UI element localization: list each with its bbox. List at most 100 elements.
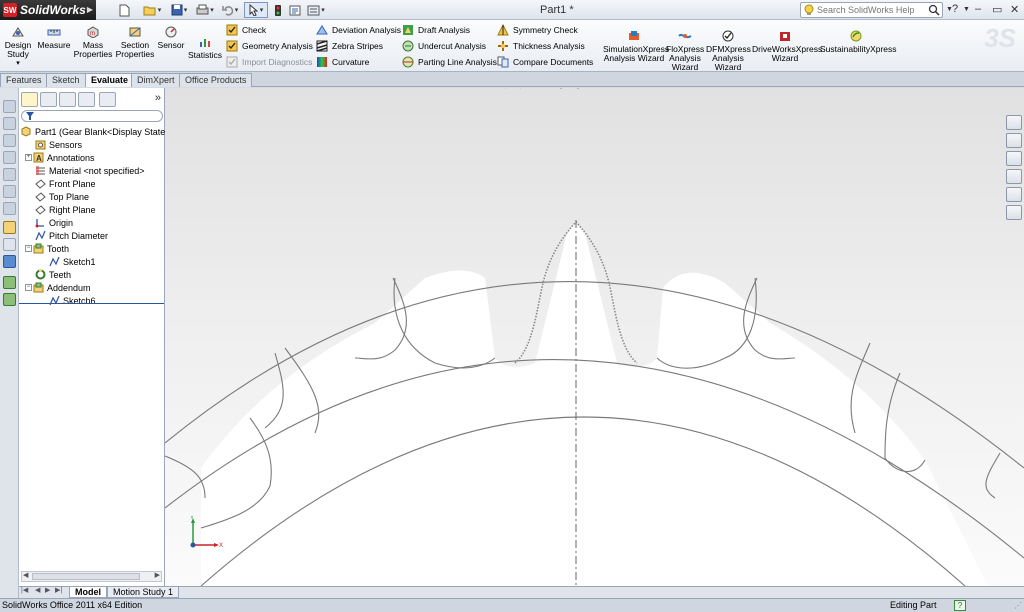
scroll-right-icon[interactable]: ▶	[155, 571, 160, 579]
tab-motion-study-1[interactable]: Motion Study 1	[107, 587, 180, 598]
last-tab-icon[interactable]: ▶|	[55, 586, 62, 594]
open-button[interactable]: ▾	[140, 2, 164, 18]
tree-item-origin[interactable]: Origin	[35, 216, 73, 229]
view-palette-icon[interactable]	[1006, 169, 1022, 184]
extrude-icon[interactable]	[3, 276, 16, 289]
tree-item-addendum[interactable]: − Addendum	[25, 281, 91, 294]
solidworks-resources-icon[interactable]	[1006, 115, 1022, 130]
propertymanager-tab-icon[interactable]	[40, 92, 57, 107]
design-library-icon[interactable]	[1006, 133, 1022, 148]
help-button[interactable]: ?	[952, 3, 958, 15]
custom-properties-icon[interactable]	[1006, 205, 1022, 220]
rollback-bar[interactable]	[19, 303, 164, 304]
tree-item-sketch1[interactable]: Sketch1	[49, 255, 96, 268]
design-study-button[interactable]: Design Study ▾	[2, 26, 34, 68]
view-settings-icon[interactable]: ▾	[640, 88, 654, 92]
import-diagnostics-button[interactable]: Import Diagnostics	[226, 55, 312, 69]
prev-tab-icon[interactable]: ◀	[35, 586, 40, 594]
tree-item-right-plane[interactable]: Right Plane	[35, 203, 96, 216]
file-properties-button[interactable]	[288, 2, 302, 18]
thickness-analysis-button[interactable]: Thickness Analysis	[497, 39, 585, 53]
tab-model[interactable]: Model	[69, 587, 107, 598]
view-bottom-icon[interactable]	[3, 185, 16, 198]
close-button[interactable]: ✕	[1010, 3, 1019, 16]
tree-item-material[interactable]: Material <not specified>	[35, 164, 145, 177]
sketch-pencil-icon[interactable]	[3, 221, 16, 234]
minimize-button[interactable]: –	[975, 3, 981, 15]
tab-features[interactable]: Features	[0, 73, 48, 87]
file-explorer-icon[interactable]	[1006, 151, 1022, 166]
deviation-analysis-button[interactable]: Deviation Analysis	[316, 23, 401, 37]
hide-show-items-icon[interactable]: ▾	[589, 88, 603, 92]
sensor-button[interactable]: Sensor	[156, 26, 186, 50]
view-right-icon[interactable]	[3, 151, 16, 164]
collapse-icon[interactable]: −	[25, 284, 32, 291]
gear-drawing[interactable]	[165, 88, 1024, 586]
tree-item-annotations[interactable]: + A Annotations	[25, 151, 95, 164]
tab-office-products[interactable]: Office Products	[179, 73, 253, 87]
collapse-icon[interactable]: −	[25, 245, 32, 252]
print-button[interactable]: ▾	[194, 2, 216, 18]
tree-item-sketch6[interactable]: Sketch6	[49, 294, 96, 307]
geometry-analysis-button[interactable]: Geometry Analysis	[226, 39, 313, 53]
parting-line-analysis-button[interactable]: Parting Line Analysis	[402, 55, 497, 69]
dfmxpress-button[interactable]: DFMXpress Analysis Wizard	[706, 30, 751, 72]
simulationxpress-button[interactable]: SimulationXpress Analysis Wizard	[603, 30, 669, 63]
apply-scene-icon[interactable]: ▾	[623, 88, 637, 92]
draft-analysis-button[interactable]: Draft Analysis	[402, 23, 470, 37]
help-dropdown-icon[interactable]: ▼	[963, 6, 970, 13]
scroll-left-icon[interactable]: ◀	[23, 571, 28, 579]
measure-button[interactable]: Measure	[37, 26, 71, 50]
view-left-icon[interactable]	[3, 134, 16, 147]
undo-button[interactable]: ▾	[220, 2, 240, 18]
save-button[interactable]: ▾	[168, 2, 190, 18]
symmetry-check-button[interactable]: Symmetry Check	[497, 23, 578, 37]
sustainabilityxpress-button[interactable]: SustainabilityXpress	[820, 30, 897, 54]
driveworksxpress-button[interactable]: DriveWorksXpress Wizard	[752, 30, 822, 63]
tree-item-tooth[interactable]: − Tooth	[25, 242, 69, 255]
statistics-button[interactable]: Statistics	[188, 36, 222, 60]
view-isometric-icon[interactable]	[3, 202, 16, 215]
view-front-icon[interactable]	[3, 100, 16, 113]
tree-item-sensors[interactable]: Sensors	[35, 138, 82, 151]
more-tabs-icon[interactable]: »	[155, 92, 161, 104]
edit-appearance-icon[interactable]: ▾	[606, 88, 620, 92]
tree-item-front-plane[interactable]: Front Plane	[35, 177, 96, 190]
view-back-icon[interactable]	[3, 117, 16, 130]
previous-view-icon[interactable]	[525, 88, 537, 92]
compare-documents-button[interactable]: Compare Documents	[497, 55, 593, 69]
expand-icon[interactable]: +	[25, 154, 32, 161]
restore-button[interactable]: ▭	[992, 3, 1002, 16]
dimxpertmanager-tab-icon[interactable]	[78, 92, 95, 107]
tab-dimxpert[interactable]: DimXpert	[131, 73, 181, 87]
zoom-to-fit-icon[interactable]	[495, 88, 507, 92]
graphics-area[interactable]: ▾ ▾ ▾ ▾ ▾ ▾ – ▭ ✕ Y X	[165, 88, 1024, 586]
quick-tips-help-icon[interactable]: ?	[954, 600, 966, 611]
tree-filter-field[interactable]	[21, 110, 163, 122]
displaymanager-tab-icon[interactable]	[99, 92, 116, 107]
resize-grip-icon[interactable]: ⋰	[1014, 601, 1022, 610]
search-icon[interactable]	[928, 4, 940, 16]
view-top-icon[interactable]	[3, 168, 16, 181]
view-orientation-icon[interactable]: ▾	[555, 88, 569, 92]
tree-item-pitch-diameter[interactable]: Pitch Diameter	[35, 229, 108, 242]
new-document-button[interactable]	[116, 2, 132, 18]
tree-horizontal-scrollbar[interactable]: ◀ ▶	[21, 571, 162, 582]
zebra-stripes-button[interactable]: Zebra Stripes	[316, 39, 383, 53]
tree-root[interactable]: Part1 (Gear Blank<Display State-2	[21, 125, 173, 138]
configurationmanager-tab-icon[interactable]	[59, 92, 76, 107]
undercut-analysis-button[interactable]: Undercut Analysis	[402, 39, 486, 53]
relations-icon[interactable]	[3, 255, 16, 268]
display-style-icon[interactable]: ▾	[572, 88, 586, 92]
section-view-icon[interactable]	[540, 88, 552, 92]
floxpress-button[interactable]: FloXpress Analysis Wizard	[666, 30, 704, 72]
smart-dimension-icon[interactable]	[3, 238, 16, 251]
mass-properties-button[interactable]: m Mass Properties	[73, 26, 113, 59]
tab-evaluate[interactable]: Evaluate	[85, 73, 135, 87]
first-tab-icon[interactable]: |◀	[21, 586, 28, 594]
next-tab-icon[interactable]: ▶	[45, 586, 50, 594]
solidworks-logo-menu[interactable]: SW SolidWorks ▶	[0, 0, 96, 20]
tab-sketch[interactable]: Sketch	[46, 73, 86, 87]
tree-item-teeth[interactable]: Teeth	[35, 268, 71, 281]
scroll-thumb[interactable]	[32, 573, 140, 580]
